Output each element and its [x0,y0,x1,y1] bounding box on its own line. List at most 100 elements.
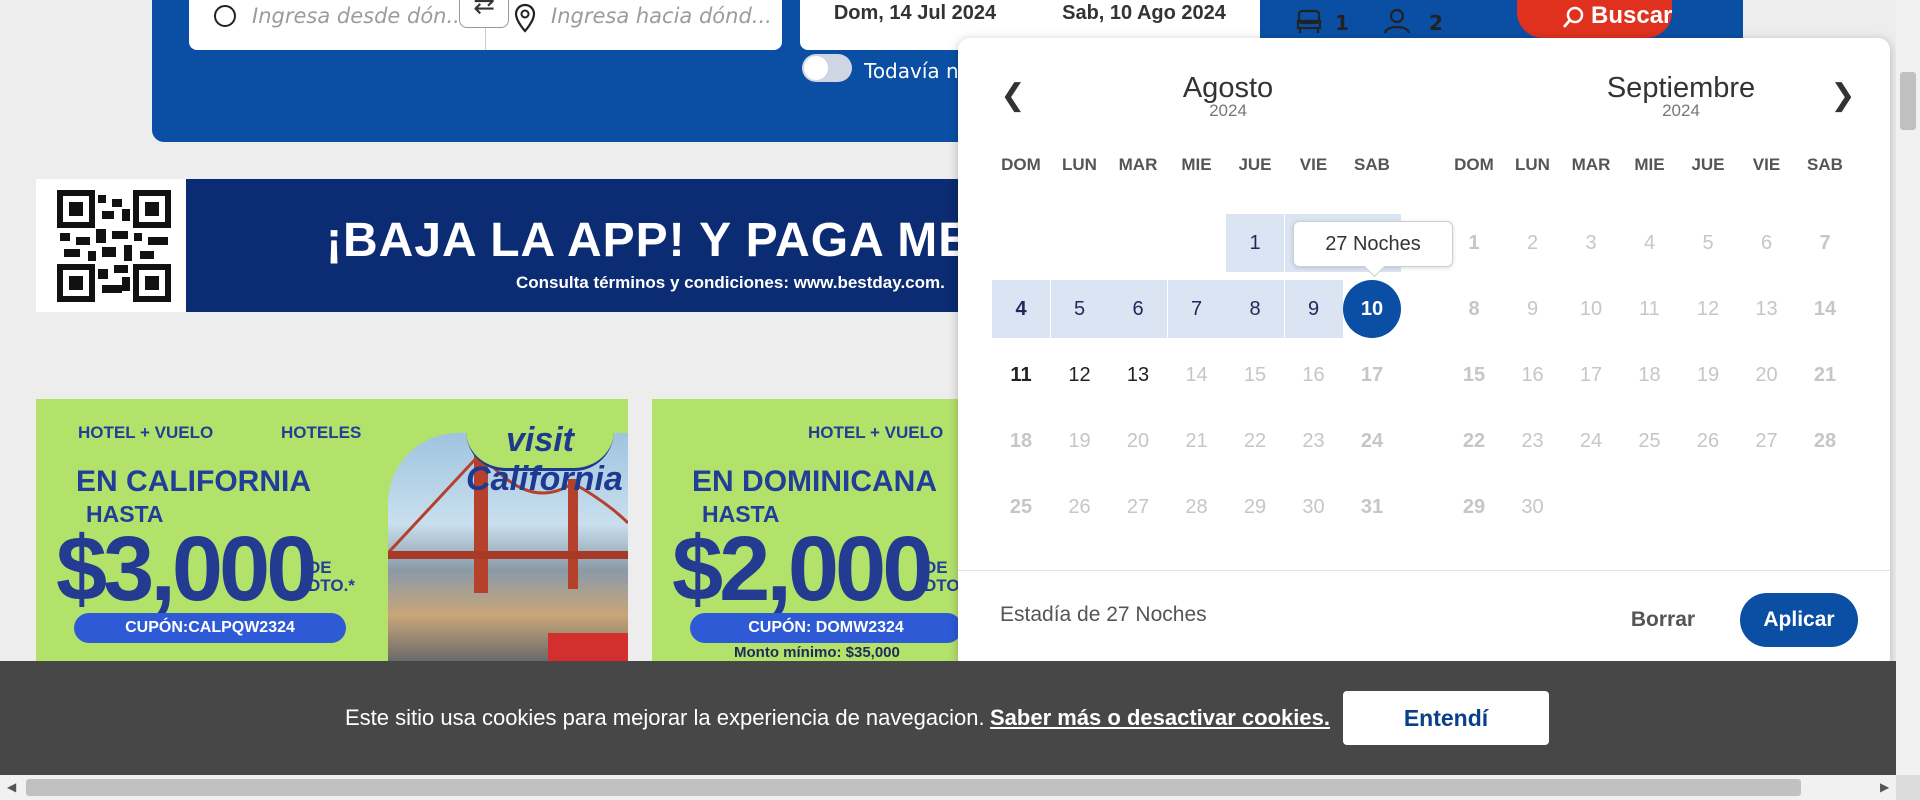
calendar-day[interactable]: 13 [1109,346,1167,404]
weekday-header: SAB [1807,155,1843,174]
vertical-scrollbar[interactable] [1896,0,1920,775]
origin-placeholder: Ingresa desde dón... [252,4,467,28]
weekday-header: JUE [1238,155,1272,174]
guests-count: 2 [1429,11,1443,35]
calendar-day[interactable]: 1 [1226,214,1284,272]
calendar-day: 24 [1360,430,1384,452]
search-button-label: Buscar [1591,2,1673,29]
weekday-header: MAR [1571,155,1611,174]
weekday-header: SAB [1354,155,1390,174]
clear-button[interactable]: Borrar [1608,593,1718,647]
calendar-day: 15 [1243,364,1267,386]
cookie-message: Este sitio usa cookies para mejorar la e… [345,705,985,730]
prev-month-chevron-icon[interactable]: ❮ [998,78,1028,113]
calendar-day: 24 [1579,430,1603,452]
calendar-day: 19 [1696,364,1720,386]
calendar-day: 18 [1638,364,1661,386]
rooms-count: 1 [1335,11,1349,35]
calendar-day: 18 [1009,430,1033,452]
month-year: 2024 [1662,101,1700,120]
calendar-day: 20 [1755,364,1778,386]
scroll-right-arrow-icon[interactable]: ▶ [1880,780,1889,794]
search-icon [1563,6,1584,28]
horizontal-scrollbar[interactable]: ◀ ▶ [0,775,1896,800]
nights-tooltip: 27 Noches [1293,221,1453,267]
cookie-settings-link[interactable]: Saber más o desactivar cookies. [990,705,1330,731]
weekday-header: DOM [1454,155,1494,174]
calendar-day: 15 [1462,364,1486,386]
destination-field[interactable]: Ingresa hacia dónd... [485,0,782,50]
calendar-day: 20 [1126,430,1150,452]
weekday-header: MIE [1634,155,1665,174]
calendar-day: 3 [1585,232,1597,254]
calendar-day[interactable]: 6 [1109,280,1167,338]
stay-length-text: Estadía de 27 Noches [1000,603,1207,626]
promo-tag-hotels: HOTELES [281,423,362,442]
promo-card-california[interactable]: HOTEL + VUELO HOTELES EN CALIFORNIA HAST… [36,399,628,661]
month-year: 2024 [1209,101,1247,120]
calendar-day[interactable]: 5 [1050,280,1109,338]
weekday-header: JUE [1691,155,1725,174]
toggle-label: Todavía n [864,59,959,83]
weekday-header: VIE [1299,155,1328,174]
promo-amount: $2,000 [672,518,933,620]
calendar-day: 8 [1468,298,1480,320]
next-month-chevron-icon[interactable]: ❯ [1828,78,1858,113]
calendar-day[interactable]: 10 [1343,280,1401,338]
calendar-day: 29 [1462,496,1486,518]
calendar-day: 7 [1819,232,1831,254]
calendar-day[interactable]: 11 [992,346,1050,404]
calendar-day[interactable]: 12 [1051,346,1109,404]
calendar-day: 21 [1813,364,1837,386]
calendar-day[interactable]: 7 [1167,280,1226,338]
weekday-header: MAR [1118,155,1158,174]
swap-icon[interactable]: ⇄ [459,0,509,28]
weekday-header: MIE [1181,155,1212,174]
month-header-august: Agosto 2024 [1108,72,1348,121]
promo-destination: DOMINICANA [742,465,938,498]
search-button[interactable]: Buscar [1517,0,1672,38]
calendar-day: 25 [1638,430,1661,452]
location-pin-icon [514,3,536,33]
apply-button[interactable]: Aplicar [1740,593,1858,647]
promo-minimum: Monto mínimo: $35,000 [734,644,900,661]
calendar-day[interactable]: 8 [1226,280,1284,338]
scroll-left-arrow-icon[interactable]: ◀ [7,780,16,794]
date-picker: ❮ ❯ Agosto 2024 Septiembre 2024 DOM LUN MA… [958,38,1890,670]
app-download-banner[interactable]: ¡BAJA LA APP! Y PAGA ME Consulta término… [186,179,1006,312]
weekday-header: LUN [1062,155,1097,174]
calendar-day: 6 [1760,232,1773,254]
bed-icon [1296,9,1322,33]
qr-code [36,179,186,312]
calendar-day[interactable]: 9 [1284,280,1343,338]
calendar-day: 5 [1702,232,1714,254]
calendar-day: 28 [1185,496,1208,518]
origin-field[interactable]: Ingresa desde dón... [189,0,486,50]
calendar-day: 31 [1360,496,1384,518]
visit-california-logo: visit California [466,421,623,498]
promo-coupon: CUPÓN: DOMW2324 [690,613,962,643]
calendar-day: 16 [1302,364,1325,386]
calendar-day: 23 [1521,430,1544,452]
calendar-day: 1 [1468,232,1480,254]
accept-cookies-button[interactable]: Entendí [1343,691,1549,745]
promo-discount: DE DTO.* [308,558,355,595]
date-picker-footer: Estadía de 27 Noches Borrar Aplicar [958,570,1890,670]
month-header-september: Septiembre 2024 [1561,72,1801,121]
calendar-day: 14 [1813,298,1837,320]
calendar-day[interactable]: 4 [992,280,1050,338]
weekday-header: VIE [1752,155,1781,174]
weekday-header: DOM [1001,155,1041,174]
flexible-dates-toggle[interactable] [802,54,852,82]
weekday-header: LUN [1515,155,1550,174]
calendar-day: 19 [1068,430,1091,452]
person-icon [1383,8,1411,34]
calendar-day: 25 [1009,496,1033,518]
calendar-day: 4 [1643,232,1656,254]
calendar-day: 13 [1755,298,1778,320]
calendar-day: 17 [1579,364,1603,386]
horizontal-scroll-thumb[interactable] [26,779,1801,796]
vertical-scroll-thumb[interactable] [1900,72,1916,130]
scrollbar-corner [1896,775,1920,800]
calendar-day: 12 [1696,298,1720,320]
